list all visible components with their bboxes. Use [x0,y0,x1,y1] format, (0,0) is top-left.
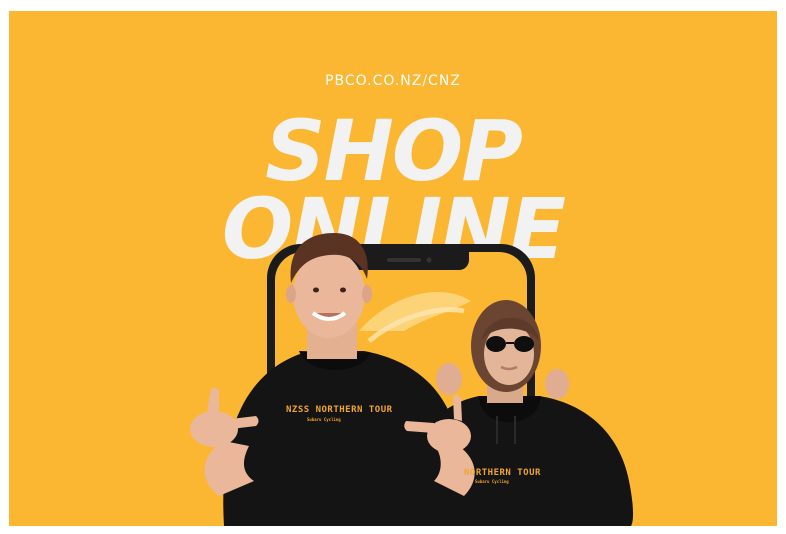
shirt-print-woman-sub: Subaru Cycling [475,479,509,484]
shirt-print-man: NZSS NORTHERN TOUR [286,405,393,415]
poster-artwork [190,233,634,526]
promo-poster: PBCO.CO.NZ/CNZ SHOP ONLINE NZSS NORTHERN… [9,11,777,526]
shirt-print-man-sub: Subaru Cycling [307,417,341,422]
shirt-print-woman: NORTHERN TOUR [464,468,541,478]
